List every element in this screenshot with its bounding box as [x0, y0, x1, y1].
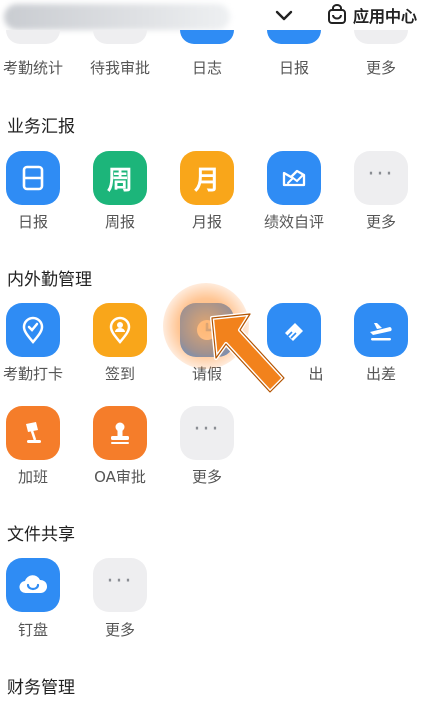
more-icon: ··· — [367, 162, 395, 187]
top-row-icon-3[interactable] — [180, 30, 234, 44]
sign-in-label[interactable]: 签到 — [70, 363, 170, 384]
desk-lamp-icon — [18, 418, 48, 448]
out-of-office-button[interactable] — [267, 303, 321, 357]
leave-request-button[interactable] — [180, 303, 234, 357]
monthly-report-label[interactable]: 月报 — [157, 211, 257, 232]
performance-review-button[interactable] — [267, 151, 321, 205]
business-trip-label[interactable]: 出差 — [331, 363, 423, 384]
chevron-down-icon[interactable] — [271, 2, 297, 28]
clock-in-button[interactable] — [6, 303, 60, 357]
top-row-icon-5[interactable] — [354, 30, 408, 44]
stamp-icon — [105, 418, 135, 448]
chart-trend-icon — [279, 163, 309, 193]
business-trip-button[interactable] — [354, 303, 408, 357]
eraser-icon — [279, 315, 309, 345]
more-icon: ··· — [106, 569, 134, 594]
blurred-title — [4, 4, 230, 30]
top-row-label-5[interactable]: 更多 — [331, 57, 423, 78]
cloud-icon — [17, 569, 49, 601]
performance-review-label[interactable]: 绩效自评 — [244, 211, 344, 232]
top-row-label-2[interactable]: 待我审批 — [70, 57, 170, 78]
oa-approval-label[interactable]: OA审批 — [70, 466, 170, 487]
more-button-attendance[interactable]: ··· — [180, 406, 234, 460]
leave-request-label[interactable]: 请假 — [157, 363, 257, 384]
section-title-business-report: 业务汇报 — [7, 117, 75, 137]
top-row-icon-4[interactable] — [267, 30, 321, 44]
top-row-label-3[interactable]: 日志 — [157, 57, 257, 78]
monthly-report-icon: 月 — [193, 165, 220, 196]
bag-icon — [326, 4, 348, 26]
more-button-business[interactable]: ··· — [354, 151, 408, 205]
weekly-report-label[interactable]: 周报 — [70, 211, 170, 232]
section-title-finance: 财务管理 — [7, 678, 75, 698]
section-title-file-share: 文件共享 — [7, 525, 75, 545]
location-check-icon — [18, 315, 48, 345]
dingpan-button[interactable] — [6, 558, 60, 612]
more-label-file-share[interactable]: 更多 — [70, 619, 170, 640]
app-center-button[interactable]: 应用中心 — [326, 0, 417, 30]
top-row-icon-2[interactable] — [93, 30, 147, 44]
airplane-icon — [366, 315, 396, 345]
top-row-icon-1[interactable] — [6, 30, 60, 44]
app-center-label: 应用中心 — [353, 7, 418, 26]
more-label-attendance[interactable]: 更多 — [157, 466, 257, 487]
overtime-button[interactable] — [6, 406, 60, 460]
weekly-report-icon: 周 — [106, 165, 133, 196]
daily-report-button[interactable] — [6, 151, 60, 205]
monthly-report-button[interactable]: 月 — [180, 151, 234, 205]
more-label-business[interactable]: 更多 — [331, 211, 423, 232]
clock-icon — [192, 315, 222, 345]
section-title-attendance: 内外勤管理 — [7, 270, 92, 290]
location-user-icon — [105, 315, 135, 345]
sign-in-button[interactable] — [93, 303, 147, 357]
top-row-label-4[interactable]: 日报 — [244, 57, 344, 78]
oa-approval-button[interactable] — [93, 406, 147, 460]
daily-report-icon — [18, 163, 48, 193]
weekly-report-button[interactable]: 周 — [93, 151, 147, 205]
more-button-file-share[interactable]: ··· — [93, 558, 147, 612]
more-icon: ··· — [193, 417, 221, 442]
